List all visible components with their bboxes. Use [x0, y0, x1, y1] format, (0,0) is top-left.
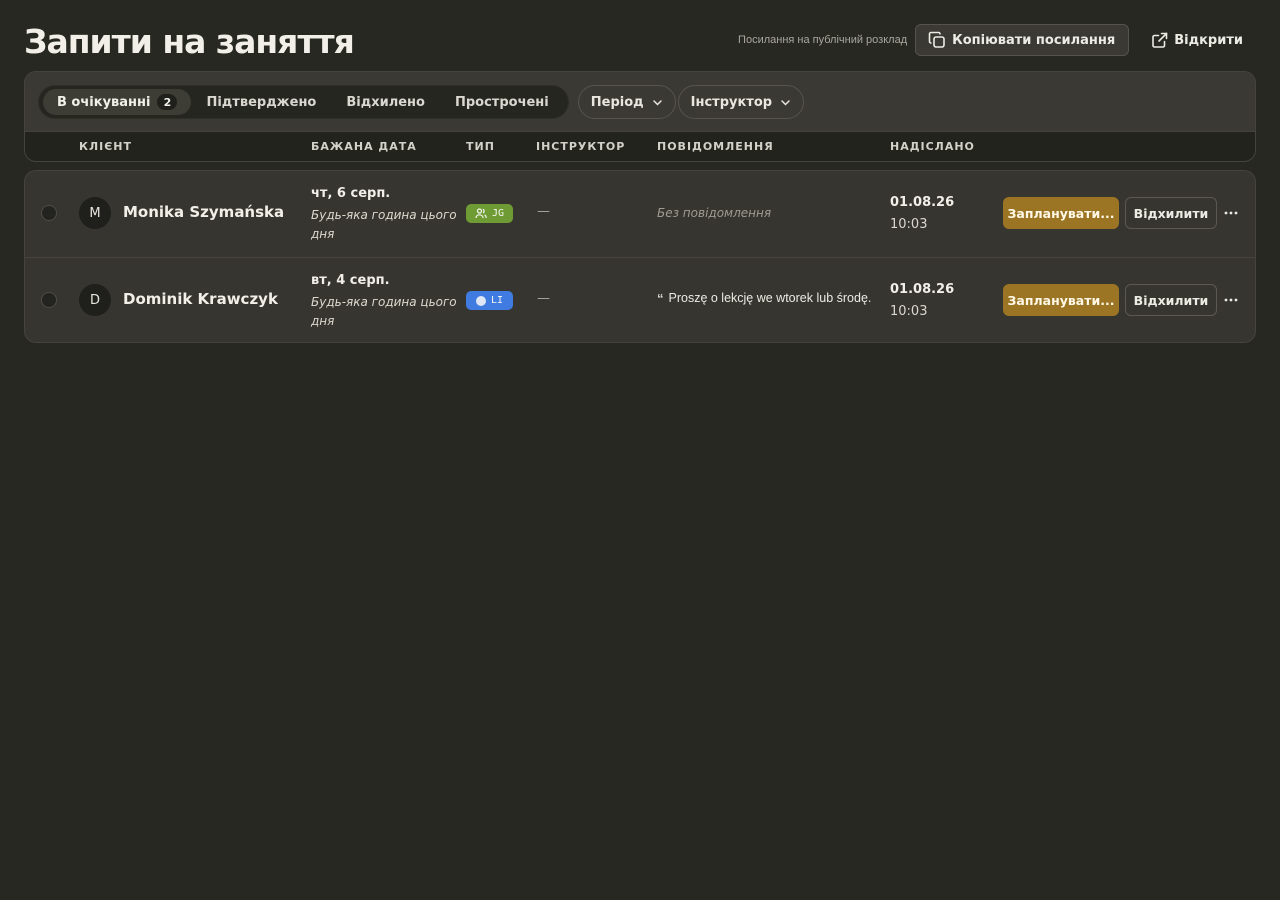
pending-count-badge: 2 — [157, 94, 178, 110]
message: “ Proszę o lekcję we wtorek lub środę. — [657, 291, 871, 306]
chevron-down-icon — [780, 97, 791, 108]
reject-button[interactable]: Відхилити — [1125, 284, 1217, 316]
column-sent: НАДІСЛАНО — [890, 140, 975, 153]
column-client: КЛІЄНТ — [79, 140, 133, 153]
tab-confirmed-label: Підтверджено — [206, 94, 317, 110]
filters-bar: В очікуванні 2 Підтверджено Відхилено Пр… — [38, 84, 805, 120]
instructor-value: — — [537, 204, 550, 219]
client-name: Monika Szymańska — [123, 203, 285, 221]
column-type: ТИП — [466, 140, 495, 153]
instructor-dropdown-label: Інструктор — [690, 94, 773, 110]
preferred-time: Будь-яка година цього дня — [311, 208, 457, 241]
open-link-label: Відкрити — [1174, 32, 1243, 48]
public-link-label: Посилання на публічний розклад — [738, 34, 908, 46]
requests-table: M Monika Szymańska чт, 6 серп. Будь-яка … — [24, 170, 1256, 343]
page-title: Запити на заняття — [24, 22, 355, 61]
column-message: ПОВІДОМЛЕННЯ — [657, 140, 774, 153]
table-row: M Monika Szymańska чт, 6 серп. Будь-яка … — [25, 171, 1255, 257]
type-badge: JG — [466, 204, 513, 223]
table-row: D Dominik Krawczyk вт, 4 серп. Будь-яка … — [25, 257, 1255, 342]
reject-button[interactable]: Відхилити — [1125, 197, 1217, 229]
preferred-date: чт, 6 серп. — [311, 186, 391, 201]
copy-icon — [928, 31, 946, 49]
avatar: D — [79, 284, 111, 316]
tab-rejected[interactable]: Відхилено — [331, 89, 440, 115]
table-header: КЛІЄНТ БАЖАНА ДАТА ТИП ІНСТРУКТОР ПОВІДО… — [25, 131, 1255, 161]
tab-confirmed[interactable]: Підтверджено — [191, 89, 331, 115]
preferred-time: Будь-яка година цього дня — [311, 295, 457, 328]
instructor-dropdown[interactable]: Інструктор — [677, 85, 805, 119]
more-horizontal-icon — [1224, 211, 1238, 215]
tab-rejected-label: Відхилено — [346, 94, 425, 110]
type-code: LI — [490, 295, 504, 306]
type-badge: LI — [466, 291, 513, 310]
more-actions-button[interactable] — [1221, 289, 1241, 311]
copy-link-label: Копіювати посилання — [952, 32, 1116, 48]
more-horizontal-icon — [1224, 298, 1238, 302]
page-header: Запити на заняття Посилання на публічний… — [24, 22, 1256, 62]
dot-icon — [475, 295, 486, 306]
instructor-value: — — [537, 291, 550, 306]
tab-expired[interactable]: Прострочені — [440, 89, 564, 115]
status-tabs: В очікуванні 2 Підтверджено Відхилено Пр… — [38, 85, 569, 119]
users-icon — [475, 208, 487, 219]
tab-pending[interactable]: В очікуванні 2 — [43, 89, 192, 115]
sent-time: 10:03 — [890, 304, 928, 319]
filter-panel: В очікуванні 2 Підтверджено Відхилено Пр… — [24, 71, 1256, 162]
more-actions-button[interactable] — [1221, 202, 1241, 224]
period-dropdown[interactable]: Період — [577, 85, 676, 119]
schedule-button[interactable]: Запланувати... — [1003, 284, 1119, 316]
message-text: Proszę o lekcję we wtorek lub środę. — [668, 291, 872, 305]
preferred-date: вт, 4 серп. — [311, 273, 390, 288]
row-checkbox[interactable] — [41, 292, 57, 308]
sent-date: 01.08.26 — [890, 195, 955, 210]
column-preferred-date: БАЖАНА ДАТА — [311, 140, 417, 153]
chevron-down-icon — [652, 97, 663, 108]
copy-link-button[interactable]: Копіювати посилання — [915, 24, 1130, 56]
sent-date: 01.08.26 — [890, 282, 955, 297]
tab-expired-label: Прострочені — [454, 94, 549, 110]
column-instructor: ІНСТРУКТОР — [536, 140, 626, 153]
quote-icon: “ — [657, 291, 664, 306]
period-dropdown-label: Період — [590, 94, 644, 110]
open-link-button[interactable]: Відкрити — [1141, 24, 1256, 56]
header-actions: Посилання на публічний розклад Копіювати… — [738, 24, 1256, 56]
client-name: Dominik Krawczyk — [123, 290, 278, 308]
tab-pending-label: В очікуванні — [57, 94, 151, 110]
message-empty: Без повідомлення — [657, 206, 772, 220]
schedule-button[interactable]: Запланувати... — [1003, 197, 1119, 229]
avatar: M — [79, 197, 111, 229]
external-link-icon — [1151, 32, 1168, 49]
type-code: JG — [491, 208, 505, 219]
sent-time: 10:03 — [890, 217, 928, 232]
row-checkbox[interactable] — [41, 205, 57, 221]
